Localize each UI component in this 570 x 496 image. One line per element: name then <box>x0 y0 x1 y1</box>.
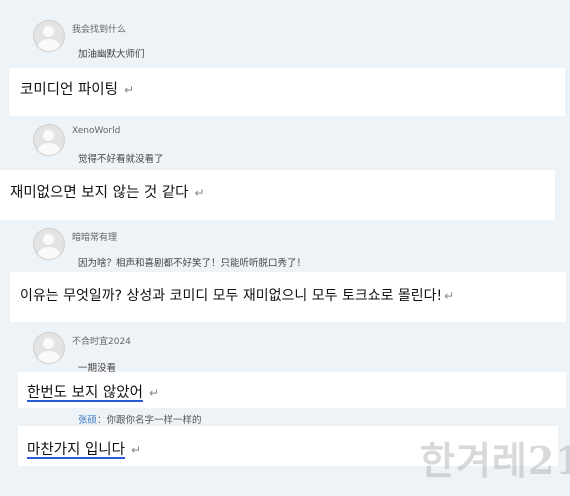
comment-username[interactable]: XenoWorld <box>72 126 120 136</box>
watermark-logo: 한겨레21 <box>420 438 570 483</box>
translation-label: 코미디언 파이팅 <box>20 82 118 98</box>
translation-text: 한번도 보지 않았어 ↵ <box>27 381 159 402</box>
avatar[interactable] <box>33 332 65 364</box>
comment-text: 觉得不好看就没看了 <box>78 154 164 165</box>
translation-text: 이유는 무엇일까? 상성과 코미디 모두 재미없으니 모두 토크쇼로 몰린다! ↵ <box>20 285 454 305</box>
comment-text: 加油幽默大师们 <box>78 49 145 60</box>
translation-text: 마찬가지 입니다 ↵ <box>27 438 141 459</box>
return-icon: ↵ <box>194 186 205 200</box>
comment-username[interactable]: 不合时宜2024 <box>72 334 131 347</box>
reply-line: 张硕：你跟你名字一样一样的 <box>78 412 202 426</box>
reply-text: ：你跟你名字一样一样的 <box>97 415 202 426</box>
return-icon: ↵ <box>148 386 159 400</box>
return-icon: ↵ <box>124 83 135 97</box>
translation-label: 한번도 보지 않았어 <box>27 385 143 401</box>
translation-label: 이유는 무엇일까? 상성과 코미디 모두 재미없으니 모두 토크쇼로 몰린다! <box>20 288 443 304</box>
comment-text: 因为啥？相声和喜剧都不好笑了！只能听听脱口秀了！ <box>78 258 307 269</box>
comment-username[interactable]: 暗暗常有理 <box>72 230 117 243</box>
avatar[interactable] <box>33 124 65 156</box>
return-icon: ↵ <box>444 289 455 303</box>
translation-text: 코미디언 파이팅 ↵ <box>20 78 134 99</box>
translation-text: 재미없으면 보지 않는 것 같다 ↵ <box>10 181 205 202</box>
comment-username[interactable]: 我会找到什么 <box>72 22 126 35</box>
translation-label: 재미없으면 보지 않는 것 같다 <box>10 185 189 201</box>
translation-label: 마찬가지 입니다 <box>27 442 125 458</box>
reply-username[interactable]: 张硕 <box>78 415 97 426</box>
avatar[interactable] <box>33 228 65 260</box>
avatar[interactable] <box>33 20 65 52</box>
return-icon: ↵ <box>131 443 142 457</box>
